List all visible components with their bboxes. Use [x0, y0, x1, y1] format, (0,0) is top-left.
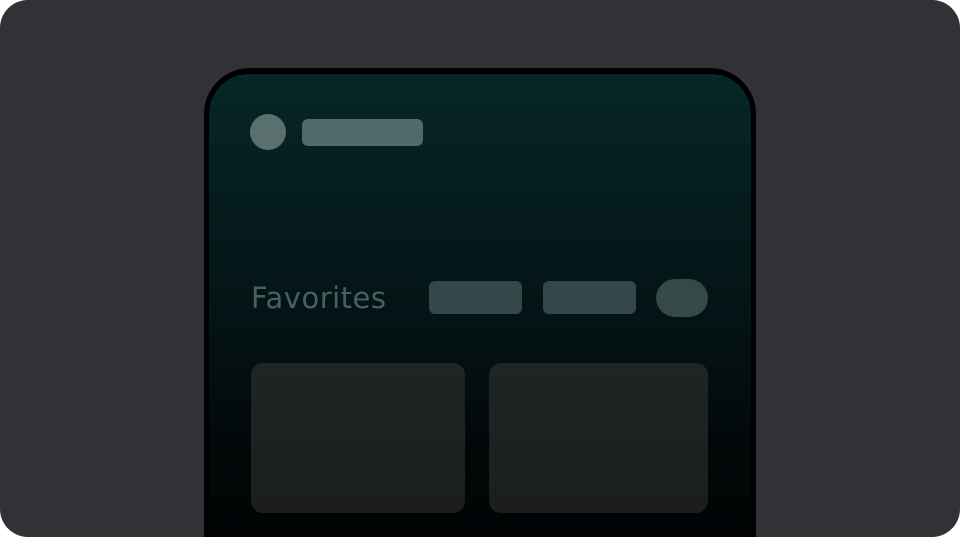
profile-name-placeholder: [302, 119, 423, 146]
favorite-card-1[interactable]: [251, 363, 465, 513]
favorite-card-2[interactable]: [489, 363, 708, 513]
favorites-title: Favorites: [251, 281, 387, 315]
favorites-filter-chip-2[interactable]: [543, 281, 636, 314]
phone-device: Favorites: [204, 68, 756, 537]
app-preview-frame: Favorites: [0, 0, 960, 537]
phone-screen: Favorites: [209, 74, 751, 537]
favorites-filter-chip-1[interactable]: [429, 281, 522, 314]
profile-avatar[interactable]: [250, 114, 286, 150]
favorites-more-button[interactable]: [656, 279, 708, 317]
